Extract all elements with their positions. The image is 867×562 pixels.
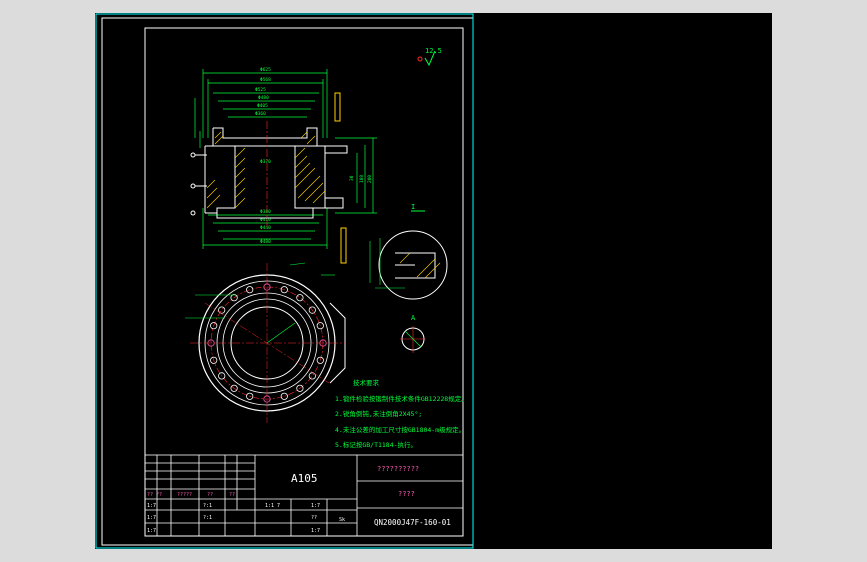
dim-h1: 30 — [349, 175, 355, 181]
drawing-frame — [144, 27, 464, 537]
dim-d-top6: Φ360 — [255, 111, 266, 117]
section-view: Φ625 Φ568 Φ525 Φ480 Φ405 Φ360 Φ370 Φ380 … — [190, 67, 377, 264]
tb-cell-1: 1:1 7 — [265, 503, 280, 509]
dim-d-bot4: Φ480 — [260, 239, 271, 245]
drawing-title-text: ???? — [398, 490, 415, 498]
bolt-hole — [296, 294, 304, 302]
dim-d-top1: Φ625 — [260, 67, 271, 73]
dim-d-bot3: Φ440 — [260, 225, 271, 231]
notes-title: 技术要求 — [353, 378, 380, 387]
cad-drawing: 12.5 Φ625 Φ568 Φ525 Φ480 Φ405 Φ360 Φ370 … — [95, 13, 474, 549]
part-name-text: ?????????? — [377, 465, 419, 473]
section-outline — [204, 127, 348, 219]
detail-a-label: I — [411, 203, 415, 211]
dim-d-bot1: Φ380 — [260, 209, 271, 215]
plan-view — [185, 262, 346, 423]
detail-b-label: A — [411, 314, 416, 322]
technical-notes: 技术要求 1.锻件检验按锻制件技术条件GB12228规定。 2.锐角倒钝,未注倒… — [335, 378, 468, 449]
tb-small-4: ?? — [229, 492, 235, 498]
tb-cell-10: Sk — [339, 517, 345, 523]
notes-line4: 5.标记按GB/T1184-执行。 — [335, 440, 417, 449]
dim-d-top2: Φ568 — [260, 77, 271, 83]
tb-cell-3: ?:1 — [203, 503, 212, 509]
drawing-number-text: QN2000J47F-160-01 — [374, 518, 451, 527]
section-dimension-lines — [194, 69, 377, 249]
tb-cell-6: 1:7 — [147, 515, 156, 521]
tb-small-2: ????? — [177, 492, 192, 498]
surface-roughness-mark: 12.5 — [417, 47, 442, 67]
dim-d-top4: Φ480 — [258, 95, 269, 101]
tb-cell-7: 1:7 — [147, 528, 156, 534]
tb-small-3: ?? — [207, 492, 213, 498]
cad-viewport[interactable]: 12.5 Φ625 Φ568 Φ525 Φ480 Φ405 Φ360 Φ370 … — [95, 13, 772, 549]
tb-cell-2: 1:7 — [147, 503, 156, 509]
notes-line2: 2.锐角倒钝,未注倒角2X45°; — [335, 409, 422, 418]
tb-cell-4: 1:7 — [311, 503, 320, 509]
dim-d-top3: Φ525 — [255, 87, 266, 93]
section-hatching — [206, 131, 326, 209]
material-text: A105 — [291, 472, 318, 485]
section-tag-boxes — [334, 92, 347, 264]
dim-d-top5: Φ405 — [257, 103, 268, 109]
tb-cell-9: 1:7 — [311, 528, 320, 534]
dim-h2: 108 — [359, 175, 365, 183]
notes-line1: 1.锻件检验按锻制件技术条件GB12228规定。 — [335, 394, 468, 403]
dim-d-bore: Φ370 — [260, 159, 271, 165]
detail-view-i: I — [369, 203, 448, 300]
tb-small-1: ?? ?? — [147, 492, 162, 498]
bolt-hole — [280, 392, 288, 400]
tb-cell-8: ?:1 — [203, 515, 212, 521]
notes-line3: 4.未注公差的加工尺寸按GB1804-m级规定。 — [335, 425, 465, 434]
detail-view-a: A — [400, 314, 426, 353]
dim-h3: 200 — [367, 175, 373, 183]
tb-cell-5: ?? — [311, 515, 317, 521]
